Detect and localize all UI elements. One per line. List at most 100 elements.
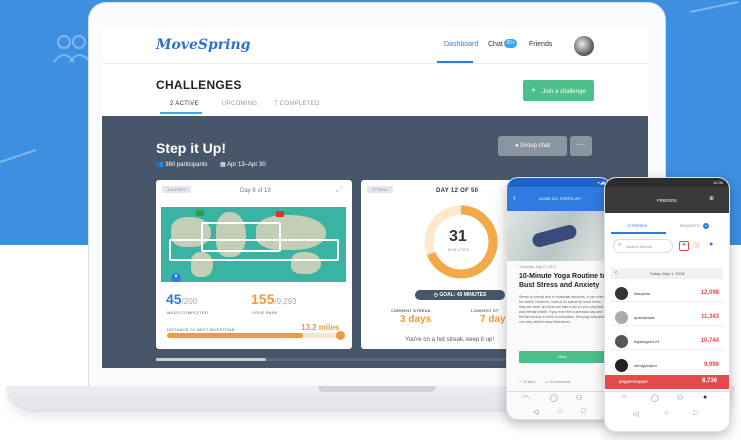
activity-icon[interactable]: ◠ (523, 394, 529, 402)
nav-dashboard[interactable]: Dashboard (444, 41, 478, 48)
bottom-tab-bar: ◠ ◯ ⚇ (507, 391, 611, 405)
decorative-line (0, 148, 40, 169)
date-range: ▦ Apr 13–Apr 30 (220, 161, 266, 168)
participants-count: 360 participants (165, 162, 208, 168)
status-bar: 12:30 (605, 178, 729, 187)
search-icon: ⌕ (618, 242, 622, 248)
friend-row[interactable]: mindyproject 9,999 (611, 357, 723, 374)
milestone-value: 13.2 miles (301, 323, 340, 332)
people-icon (52, 34, 92, 64)
avatar (615, 335, 628, 348)
movespring-logo[interactable]: MoveSpring (156, 37, 250, 53)
tab-requests[interactable]: REQUESTS (680, 224, 699, 228)
filter-heart-icon[interactable]: ♥ (679, 241, 689, 251)
prev-date-icon[interactable]: ‹ (615, 268, 617, 279)
longest-streak-value: 7 day (480, 314, 506, 325)
expand-icon[interactable]: ⤢ (336, 185, 342, 195)
milestone-progress-bar (167, 333, 341, 338)
tab-active[interactable]: 2 ACTIVE (170, 101, 199, 107)
home-icon[interactable]: ○ (558, 408, 562, 415)
friend-name: pepperstepper (619, 379, 649, 384)
friend-row[interactable]: bigstepper124 10,744 (611, 333, 723, 350)
journey-card[interactable]: JOURNEY Day 8 of 13 ⤢ ● 45/200 MILES COM… (156, 180, 352, 349)
recents-icon[interactable]: □ (581, 408, 585, 415)
goal-pill: ◷ GOAL: 45 MINUTES (415, 290, 505, 300)
back-icon[interactable]: ◁ (533, 408, 538, 416)
view-button[interactable]: View (519, 351, 605, 363)
tab-friends[interactable]: 10 FRIENDS (627, 224, 647, 228)
bottom-tab-bar: ◠ ◯ ⚇ ● (605, 391, 729, 405)
flag-icon (276, 211, 284, 217)
group-chat-button[interactable]: ● Group chat (498, 136, 567, 156)
streak-day: DAY 12 OF 50 (436, 188, 479, 194)
heart-icon[interactable]: ♡ (519, 380, 522, 384)
card-tag: JOURNEY (162, 186, 192, 193)
page-title: CHALLENGES (156, 78, 242, 92)
android-nav-bar: ◁ ○ □ (605, 408, 729, 423)
nav-friends[interactable]: Friends (529, 41, 552, 48)
comments: ▭ 10 comments (545, 380, 571, 384)
card-tag: STREAK (367, 186, 394, 193)
chat-icon[interactable]: ◯ (651, 394, 659, 402)
add-friend-icon[interactable]: ⊕ (709, 195, 714, 202)
search-box[interactable]: ⌕ Search friends (613, 239, 673, 253)
friends-icon[interactable]: ⚇ (576, 394, 582, 402)
tab-friends-indicator (611, 232, 666, 234)
friend-row-highlight[interactable]: pepperstepper 8,736 (605, 375, 729, 389)
chat-bubble-icon: ● (515, 143, 519, 149)
miles-label: MILES COMPLETED (167, 310, 209, 315)
requests-badge: 0 (703, 223, 709, 229)
streak-card[interactable]: STREAK DAY 12 OF 50 31 MINUTES ◷ GOAL: 4… (361, 180, 521, 349)
filter-timer-icon[interactable]: ◷ (693, 241, 699, 249)
friends-icon[interactable]: ⚇ (677, 394, 683, 402)
flag-icon (196, 210, 204, 216)
group-chat-label: Group chat (520, 143, 550, 149)
avatar (615, 311, 628, 324)
challenge-title: Step it Up! (156, 140, 226, 156)
milestone-progress-fill (167, 333, 303, 338)
current-streak-value: 3 days (400, 314, 432, 325)
back-arrow-icon[interactable]: ‹ (513, 193, 516, 202)
rank-label: YOUR RANK (252, 310, 278, 315)
article-header-title: ACME CO. STEPS UP! (539, 196, 581, 201)
friend-row[interactable]: queenbasie 11,343 (611, 309, 723, 326)
friend-row[interactable]: sirsophie 12,098 (611, 285, 723, 302)
search-input[interactable]: Search friends (626, 244, 652, 249)
back-icon[interactable]: ◁ (633, 410, 638, 418)
avatar (615, 359, 628, 372)
recents-icon[interactable]: □ (693, 410, 697, 417)
your-rank: 155/9,293 (251, 291, 297, 307)
profile-icon[interactable]: ● (703, 394, 707, 401)
nav-chat[interactable]: Chat (488, 41, 503, 48)
milestone-end-icon (336, 331, 345, 340)
article-date: Thursday, July 27, 2017 (519, 265, 557, 269)
people-icon: 👥 (156, 162, 164, 168)
decorative-line (688, 0, 741, 19)
miles-completed: 45/200 (166, 291, 198, 307)
minutes-value: 31 (449, 228, 467, 245)
tab-upcoming[interactable]: UPCOMING (222, 101, 257, 107)
join-challenge-button[interactable]: + Join a challenge (523, 80, 594, 101)
longest-streak-label: LONGEST ST (471, 308, 499, 313)
friends-header: FRIENDS ⊕ (605, 187, 729, 213)
chat-icon[interactable]: ◯ (550, 394, 558, 402)
top-nav: MoveSpring Dashboard Chat 20+ Friends (102, 28, 648, 64)
tab-completed[interactable]: 7 COMPLETED (274, 101, 320, 107)
comment-icon[interactable]: ▭ (545, 380, 548, 384)
activity-icon[interactable]: ◠ (621, 394, 627, 402)
more-options-button[interactable]: ··· (570, 136, 592, 156)
current-streak-label: CURRENT STREAK (391, 308, 431, 313)
milestone-label: DISTANCE TO NEXT MILESTONE: (167, 327, 236, 332)
location-pin-icon: ● (171, 273, 181, 282)
filter-location-icon[interactable]: ● (709, 241, 713, 248)
friends-header-title: FRIENDS (657, 198, 677, 203)
laptop-notch (318, 386, 436, 392)
user-avatar[interactable] (574, 36, 594, 56)
journey-map: ● (161, 207, 346, 282)
home-icon[interactable]: ○ (664, 410, 668, 417)
streak-footer: You're on a hot streak, keep it up! (405, 337, 494, 343)
article-header: ‹ ACME CO. STEPS UP! (507, 187, 611, 211)
calendar-icon: ▦ (220, 162, 226, 168)
minutes-label: MINUTES (448, 247, 470, 252)
article-title: 10-Minute Yoga Routine to Bust Stress an… (519, 273, 607, 289)
